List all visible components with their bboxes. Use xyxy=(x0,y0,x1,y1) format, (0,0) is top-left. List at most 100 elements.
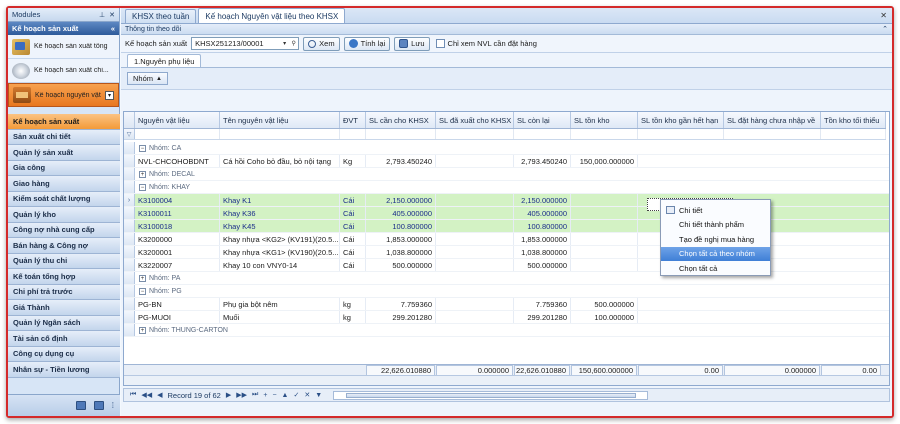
cell-unit[interactable]: Cái xyxy=(340,220,366,232)
group-row-decal[interactable]: + Nhóm: DECAL xyxy=(124,168,889,181)
sidebar-item[interactable]: Nhân sự - Tiền lương xyxy=(8,362,120,378)
cell-exported[interactable] xyxy=(436,246,514,258)
navigator-scrollbar[interactable] xyxy=(333,390,649,400)
cell-exported[interactable] xyxy=(436,233,514,245)
grid-filter-row[interactable]: ▽ xyxy=(124,129,886,140)
sidebar-item[interactable]: Bán hàng & Công nợ xyxy=(8,238,120,254)
pin-icon[interactable]: ⊥ xyxy=(99,11,105,19)
cell-exported[interactable] xyxy=(436,311,514,323)
table-row[interactable]: K3220007 Khay 10 con VNY0-14 Cái 500.000… xyxy=(124,259,889,272)
cell-name[interactable]: Cá hồi Coho bỏ đầu, bỏ nội tạng xyxy=(220,155,340,167)
cell-remaining[interactable]: 299.201280 xyxy=(514,311,571,323)
cell-remaining[interactable]: 2,793.450240 xyxy=(514,155,571,167)
cell-need[interactable]: 500.000000 xyxy=(366,259,436,271)
cell-need[interactable]: 7.759360 xyxy=(366,298,436,310)
cell-unit[interactable]: Kg xyxy=(340,155,366,167)
group-chip[interactable]: Nhóm ▲ xyxy=(127,72,168,85)
sidebar-item[interactable]: Giá Thành xyxy=(8,300,120,316)
table-row[interactable]: K3200000 Khay nhựa <KG2> (KV191)(20.5...… xyxy=(124,233,889,246)
close-tab-icon[interactable]: ✕ xyxy=(880,11,887,20)
sidebar-subitem-plan-material[interactable]: Kế hoạch nguyên vật ▾ xyxy=(8,83,119,107)
cell-material[interactable]: PG-BN xyxy=(135,298,220,310)
cell-remaining[interactable]: 405.000000 xyxy=(514,207,571,219)
cell-stock[interactable] xyxy=(571,220,638,232)
expand-group-icon[interactable]: + xyxy=(139,274,146,282)
sidebar-item[interactable]: Công cụ dụng cụ xyxy=(8,346,120,362)
menu-item-create-purchase-request[interactable]: Tạo đề nghị mua hàng xyxy=(661,232,770,247)
col-header-exported[interactable]: SL đã xuất cho KHSX xyxy=(436,112,514,128)
cell-stock[interactable]: 500.000000 xyxy=(571,298,638,310)
collapse-group-icon[interactable]: − xyxy=(139,144,146,152)
cell-exported[interactable] xyxy=(436,155,514,167)
sidebar-item[interactable]: Quản lý sản xuất xyxy=(8,145,120,161)
table-row[interactable]: PG-BN Phụ gia bột nêm kg 7.759360 7.7593… xyxy=(124,298,889,311)
tab-raw-materials[interactable]: 1.Nguyên phụ liệu xyxy=(127,54,202,67)
next-record-icon[interactable]: ▶ xyxy=(226,391,231,399)
folder-icon[interactable] xyxy=(75,401,86,410)
cell-stock[interactable] xyxy=(571,246,638,258)
cell-name[interactable]: Khay K45 xyxy=(220,220,340,232)
group-row-pa[interactable]: + Nhóm: PA xyxy=(124,272,889,285)
tab-material-plan[interactable]: Kế hoạch Nguyên vật liệu theo KHSX xyxy=(198,8,346,23)
cell-name[interactable]: Khay nhựa <KG2> (KV191)(20.5... xyxy=(220,233,340,245)
checkbox-box[interactable] xyxy=(435,39,445,48)
filter-cell[interactable] xyxy=(821,129,886,139)
cell-stock[interactable] xyxy=(571,259,638,271)
col-header-material[interactable]: Nguyên vật liệu xyxy=(135,112,220,128)
cell-stock[interactable]: 100.000000 xyxy=(571,311,638,323)
table-row[interactable]: K3200001 Khay nhựa <KG1> (KV190)(20.5...… xyxy=(124,246,889,259)
table-row[interactable]: › K3100004 Khay K1 Cái 2,150.000000 2,15… xyxy=(124,194,889,207)
filter-cell[interactable] xyxy=(514,129,571,139)
cell-need[interactable]: 299.201280 xyxy=(366,311,436,323)
sidebar-item[interactable]: Quản lý thu chi xyxy=(8,253,120,269)
collapse-group-icon[interactable]: − xyxy=(139,183,146,191)
cell-material[interactable]: K3100018 xyxy=(135,220,220,232)
filter-cell[interactable] xyxy=(340,129,366,139)
collapse-group-icon[interactable]: − xyxy=(139,287,146,295)
expand-group-icon[interactable]: + xyxy=(139,170,146,178)
collapse-icon[interactable]: « xyxy=(111,24,115,33)
cell-exported[interactable] xyxy=(436,194,514,206)
view-button[interactable]: Xem xyxy=(303,36,340,51)
cell-unit[interactable]: kg xyxy=(340,298,366,310)
plan-combo[interactable]: KHSX251213/00001 ▾ ⚲ xyxy=(191,37,300,50)
cell-remaining[interactable]: 7.759360 xyxy=(514,298,571,310)
table-row[interactable]: K3100011 Khay K36 Cái 405.000000 405.000… xyxy=(124,207,889,220)
cell-remaining[interactable]: 1,853.000000 xyxy=(514,233,571,245)
cell-exported[interactable] xyxy=(436,220,514,232)
sidebar-subitem-plan-total[interactable]: Kế hoạch sản xuất tổng xyxy=(8,35,119,59)
cell-need[interactable]: 1,038.800000 xyxy=(366,246,436,258)
group-row-khay[interactable]: − Nhóm: KHAY xyxy=(124,181,889,194)
end-edit-icon[interactable]: ✓ xyxy=(293,391,299,399)
collapse-up-icon[interactable]: ⌃ xyxy=(882,25,888,33)
chevron-down-icon[interactable]: ▾ xyxy=(280,40,289,47)
cell-material[interactable]: K3220007 xyxy=(135,259,220,271)
cell-name[interactable]: Khay K36 xyxy=(220,207,340,219)
cell-unit[interactable]: kg xyxy=(340,311,366,323)
cell-need[interactable]: 2,150.000000 xyxy=(366,194,436,206)
recalculate-button[interactable]: Tính lại xyxy=(343,36,391,51)
cell-remaining[interactable]: 2,150.000000 xyxy=(514,194,571,206)
prev-record-icon[interactable]: ◀ xyxy=(157,391,162,399)
cell-unit[interactable]: Cái xyxy=(340,207,366,219)
sidebar-group-header[interactable]: Kế hoạch sản xuất « xyxy=(8,22,119,35)
group-row-ca[interactable]: − Nhóm: CA xyxy=(124,142,889,155)
save-button[interactable]: Lưu xyxy=(394,36,430,51)
cell-remaining[interactable]: 1,038.800000 xyxy=(514,246,571,258)
last-record-icon[interactable]: ⏭ xyxy=(252,391,258,399)
sidebar-item[interactable]: Kế hoạch sản xuất xyxy=(8,114,120,130)
cell-name[interactable]: Khay 10 con VNY0-14 xyxy=(220,259,340,271)
search-icon[interactable]: ⚲ xyxy=(289,40,298,47)
delete-icon[interactable]: − xyxy=(272,392,276,399)
cell-material[interactable]: PG-MUOI xyxy=(135,311,220,323)
table-row[interactable]: NVL-CHCOHOBDNT Cá hồi Coho bỏ đầu, bỏ nộ… xyxy=(124,155,889,168)
cell-name[interactable]: Muối xyxy=(220,311,340,323)
grid-horizontal-scrollbar[interactable] xyxy=(124,375,889,385)
more-icon[interactable]: ⁞ xyxy=(112,401,114,410)
col-header-remaining[interactable]: SL còn lại xyxy=(514,112,571,128)
tab-khsx-weekly[interactable]: KHSX theo tuần xyxy=(125,9,197,23)
cell-name[interactable]: Phụ gia bột nêm xyxy=(220,298,340,310)
cancel-edit-icon[interactable]: ✕ xyxy=(304,391,310,399)
filter-cell[interactable] xyxy=(366,129,436,139)
cell-remaining[interactable]: 500.000000 xyxy=(514,259,571,271)
